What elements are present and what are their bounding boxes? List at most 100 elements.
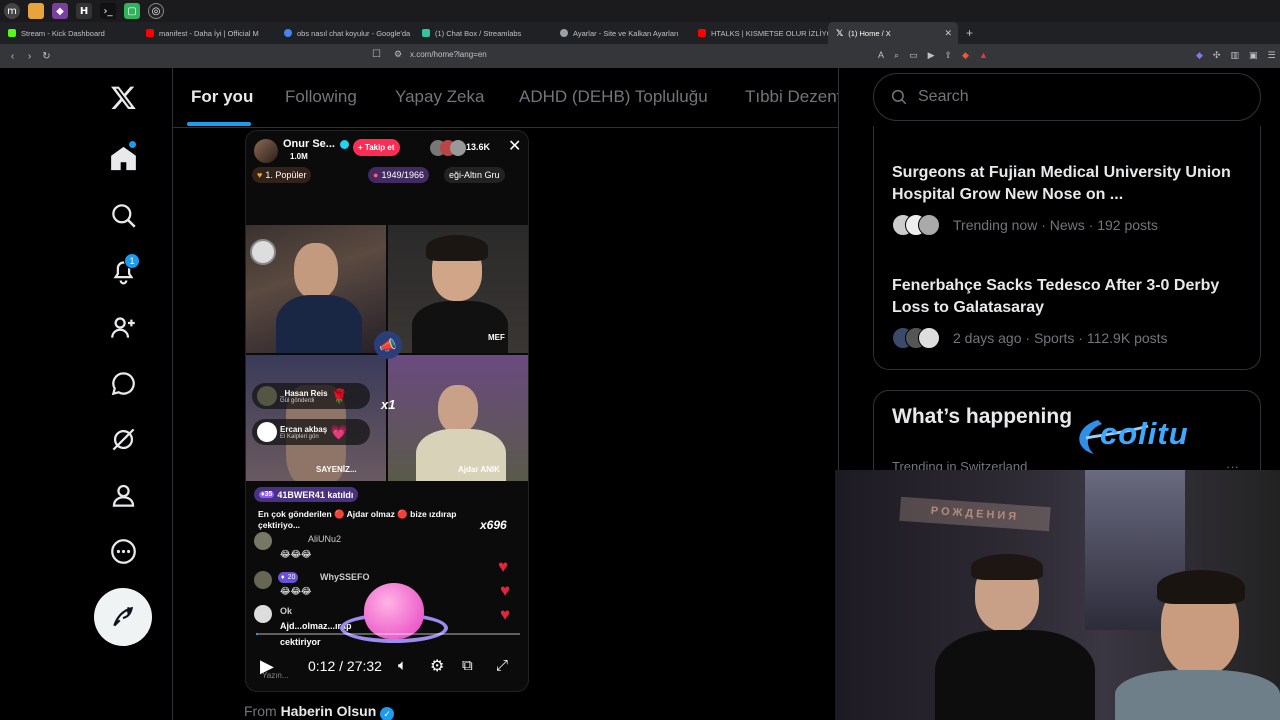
gift-sender-avatar (257, 386, 277, 406)
close-icon[interactable]: ✕ (508, 136, 521, 156)
goal-label: eği-Altın Gru (444, 167, 505, 183)
tab-adhd-community[interactable]: ADHD (DEHB) Topluluğu (519, 87, 708, 107)
feed-tabs: For you Following Yapay Zeka ADHD (DEHB)… (173, 68, 838, 128)
guest-camera-bottom-left: SAYENİZ... (246, 355, 386, 481)
back-icon[interactable]: ‹ (4, 51, 21, 62)
play-icon[interactable]: ▶ (260, 656, 274, 677)
progress-track[interactable] (256, 633, 520, 635)
menu-icon[interactable]: m (4, 3, 20, 19)
webcam-overlay: РОЖДЕНИЯ (835, 470, 1280, 720)
verified-badge-icon (340, 140, 349, 149)
forward-icon[interactable]: › (21, 51, 38, 62)
chat-username: AliUNu2 (308, 534, 342, 544)
browser-tab[interactable]: Ayarlar - Site ve Kalkan Ayarları (552, 22, 690, 44)
search-icon[interactable] (108, 200, 138, 230)
post-button[interactable] (94, 588, 152, 646)
url-field[interactable]: x.com/home?lang=en (410, 50, 487, 59)
chat-avatar (254, 571, 272, 589)
trend-title[interactable]: Fenerbahçe Sacks Tedesco After 3-0 Derby… (892, 275, 1252, 319)
browser-toolbar-right: ◆ ✣ ▥ ▣ ☰ (1196, 50, 1276, 61)
sidebar-icon[interactable]: ▥ (1230, 50, 1239, 61)
browser-tab-bar: Stream - Kick Dashboard manifest - Daha … (0, 22, 1280, 44)
folder-icon[interactable] (28, 3, 44, 19)
brave-rewards-icon[interactable]: ▲ (979, 50, 988, 61)
close-tab-icon[interactable]: ✕ (944, 28, 952, 39)
chat-message: 😂😂😂 (280, 549, 312, 559)
browser-tab[interactable]: (1) Chat Box / Streamlabs (414, 22, 552, 44)
tab-following[interactable]: Following (285, 87, 357, 107)
new-tab-button[interactable]: + (958, 26, 981, 40)
more-icon[interactable] (108, 536, 138, 566)
translate-icon[interactable]: A (878, 50, 884, 61)
gift-multiplier: x1 (381, 397, 396, 412)
tab-tibbi[interactable]: Tıbbi Dezent (745, 87, 838, 107)
kick-favicon-icon (8, 29, 16, 37)
zoom-icon[interactable]: ⌕ (894, 50, 899, 61)
search-input[interactable]: Search (873, 73, 1261, 121)
home-unread-dot (129, 141, 136, 148)
source-account-link[interactable]: Haberin Olsun (281, 703, 377, 719)
trend-meta: 2 days ago · Sports · 112.9K posts (892, 327, 1168, 349)
h-app-icon[interactable]: H (76, 3, 92, 19)
browser-tab-active[interactable]: 𝕏 (1) Home / X ✕ (828, 22, 958, 44)
trending-box: Surgeons at Fujian Medical University Un… (873, 126, 1261, 370)
volume-icon[interactable]: 🔈︎ (398, 657, 407, 674)
messages-icon[interactable] (108, 368, 138, 398)
tab-yapay-zeka[interactable]: Yapay Zeka (395, 87, 484, 107)
settings-favicon-icon (560, 29, 568, 37)
guest-camera-bottom-right: Ajdar ANIK (388, 355, 528, 481)
grok-icon[interactable] (108, 424, 138, 454)
rose-icon: ● (373, 170, 379, 180)
profile-icon[interactable] (108, 480, 138, 510)
brave-shield-icon[interactable]: ◆ (962, 50, 969, 61)
follow-button[interactable]: + Takip et (353, 139, 400, 156)
top-gift-banner: En çok gönderilen 🔴 Ajdar olmaz 🔴 bize ı… (258, 509, 457, 530)
reload-icon[interactable]: ↻ (38, 51, 55, 62)
gift-notification: _Hasan Reis Gül gönderdi 🌹 (252, 383, 370, 409)
main-feed: For you Following Yapay Zeka ADHD (DEHB)… (173, 68, 839, 720)
reader-icon[interactable]: ▶ (928, 50, 935, 61)
video-player[interactable]: Onur Se... 1.0M + Takip et 13.6K ✕ ♥ 1. P… (245, 130, 529, 692)
search-icon (891, 89, 907, 105)
gift-sender-avatar (257, 422, 277, 442)
extension-icon[interactable]: ◆ (1196, 50, 1203, 61)
site-info-icon[interactable]: ⚙ (394, 49, 402, 60)
screenshot-icon[interactable]: ▭ (909, 50, 918, 61)
time-display: 0:12 / 27:32 (308, 658, 382, 674)
section-title: What’s happening (892, 405, 1073, 428)
youtube-favicon-icon (146, 29, 154, 37)
goal-progress: ● 1949/1966 (368, 167, 429, 183)
obs-icon[interactable]: ◎ (148, 3, 164, 19)
guest-camera-top-right: MEF (388, 225, 528, 353)
wallet-icon[interactable]: ▣ (1249, 50, 1258, 61)
trend-title[interactable]: Surgeons at Fujian Medical University Un… (892, 162, 1252, 206)
communities-icon[interactable] (108, 312, 138, 342)
settings-icon[interactable]: ⚙ (430, 656, 444, 676)
bookmark-icon[interactable]: ☐ (372, 49, 381, 60)
app-icon[interactable]: ◆ (52, 3, 68, 19)
chat-message: cektiriyor (280, 637, 321, 647)
chat-app-icon[interactable]: ▢ (124, 3, 140, 19)
terminal-icon[interactable]: ›_ (100, 3, 116, 19)
puzzle-icon[interactable]: ✣ (1213, 50, 1221, 61)
level-badge: ♦35 (259, 491, 275, 498)
viewer-avatars (430, 140, 466, 156)
popular-badge: ♥ 1. Popüler (252, 167, 312, 183)
x-favicon-icon: 𝕏 (836, 27, 844, 38)
pip-icon[interactable]: ⧉ (462, 657, 473, 674)
guest-name: Ajdar ANIK (458, 465, 500, 474)
browser-tab[interactable]: manifest - Daha İyi | Official M (138, 22, 276, 44)
browser-tab[interactable]: obs nasıl chat koyulur - Google'da (276, 22, 414, 44)
google-favicon-icon (284, 29, 292, 37)
tab-for-you[interactable]: For you (191, 87, 253, 107)
compose-icon (113, 606, 134, 627)
browser-tab[interactable]: HTALKS | KISMETSE OLUR İZLİYO (690, 22, 828, 44)
browser-tab[interactable]: Stream - Kick Dashboard (0, 22, 138, 44)
streamer-avatar[interactable] (254, 139, 278, 163)
streamer-logo-text: colitu (1100, 416, 1189, 451)
share-icon[interactable]: ⇪ (945, 50, 953, 61)
x-logo-icon[interactable] (108, 82, 138, 112)
chat-avatar (254, 532, 272, 550)
fullscreen-icon[interactable]: ⤢ (496, 657, 508, 674)
menu-icon[interactable]: ☰ (1268, 50, 1276, 61)
